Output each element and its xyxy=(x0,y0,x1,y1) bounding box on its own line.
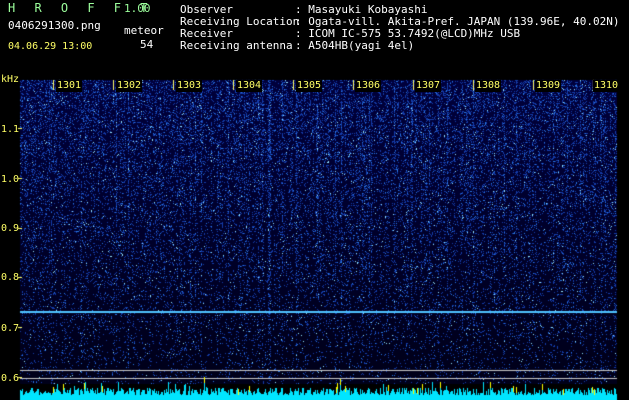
antenna-label: Receiving antenna xyxy=(180,39,293,52)
minute-label: 1309 xyxy=(535,80,562,92)
meteor-counter-value: 54 xyxy=(140,38,154,51)
minute-label: 1308 xyxy=(475,80,502,92)
y-tick-label: 1.1 xyxy=(1,124,20,135)
antenna-value: : A504HB(yagi 4el) xyxy=(295,39,415,52)
file-name: 0406291300.png xyxy=(8,19,101,32)
axis-unit-label: kHz xyxy=(1,74,20,85)
spectrogram xyxy=(0,0,629,400)
minute-label: 1302 xyxy=(116,80,143,92)
meteor-counter-label: meteor xyxy=(124,24,164,37)
minute-label: 1306 xyxy=(355,80,382,92)
y-tick-label: 0.6 xyxy=(1,373,20,384)
minute-label: 1310 xyxy=(593,80,620,92)
y-tick-label: 0.9 xyxy=(1,223,20,234)
y-tick-label: 1.0 xyxy=(1,174,20,185)
minute-label: 1307 xyxy=(415,80,442,92)
y-tick-label: 0.7 xyxy=(1,323,20,334)
y-tick-label: 0.8 xyxy=(1,272,20,283)
minute-label: 1303 xyxy=(176,80,203,92)
minute-label: 1304 xyxy=(236,80,263,92)
app-version: 1.00 xyxy=(124,2,151,15)
minute-label: 1301 xyxy=(56,80,83,92)
minute-label: 1305 xyxy=(296,80,323,92)
observation-datetime: 04.06.29 13:00 xyxy=(8,41,93,52)
